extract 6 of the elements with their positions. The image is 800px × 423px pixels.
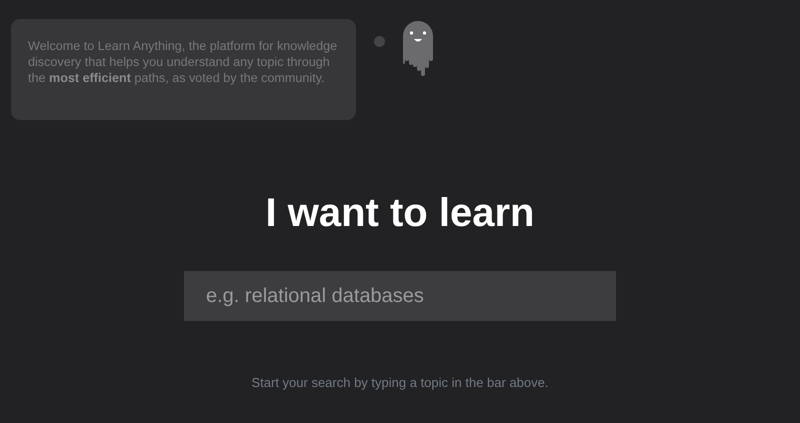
search-field[interactable]: e.g. relational databases [184, 271, 616, 321]
dot-icon [374, 36, 385, 47]
search-hint: Start your search by typing a topic in the bar above. [251, 375, 548, 390]
ghost-mascot-icon [401, 19, 435, 77]
welcome-message: Welcome to Learn Anything, the platform for knowledge discovery that helps you understand any topic through the most efficient paths, as voted by the community. [11, 19, 356, 120]
page-heading: I want to learn [266, 190, 534, 236]
